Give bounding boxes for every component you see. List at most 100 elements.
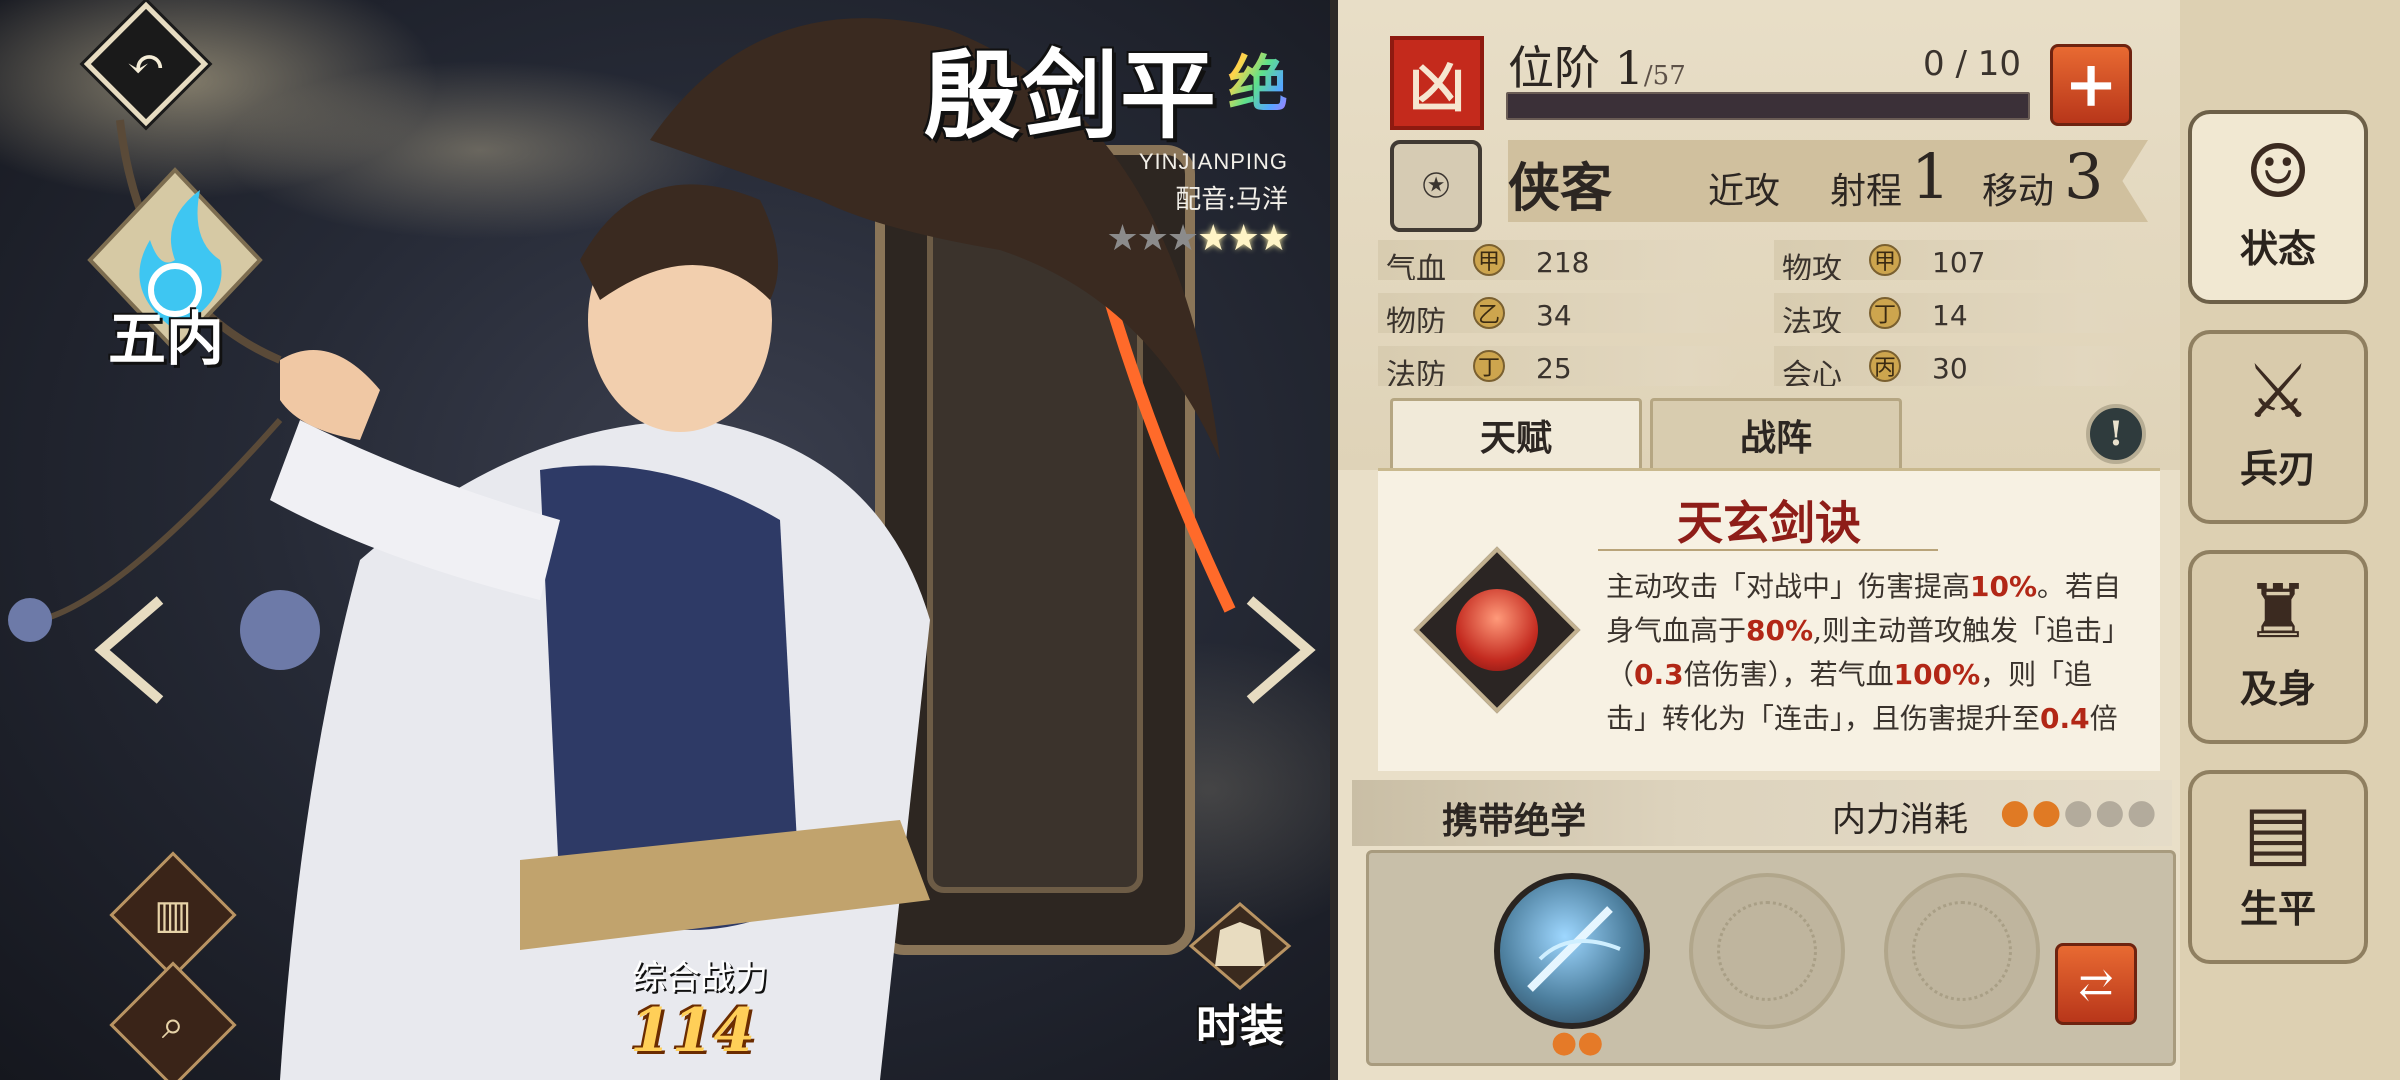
range-label: 射程 [1830, 171, 1903, 212]
side-tab-label: 及身 [2239, 666, 2316, 711]
rarity-badge: 绝 [1228, 36, 1288, 123]
side-tab-armor[interactable]: ♜ 及身 [2188, 550, 2368, 744]
description-text: 倍伤害），若气血 [1683, 658, 1894, 691]
hero-name-block: 殷剑平绝 YINJIANPING 配音:马洋 ★★★★★★ [924, 18, 1290, 259]
skill-slot-2[interactable] [1689, 873, 1845, 1029]
talent-emblem-icon [1413, 546, 1581, 714]
seal-icon: 凶 [1390, 36, 1484, 130]
rank-progress-bar [1506, 92, 2030, 120]
star-empty-icon: ★ [1136, 218, 1169, 259]
mp-drop-icon: ● [1577, 1025, 1604, 1060]
book-icon: ▤ [2243, 789, 2313, 875]
back-icon: ↶ [126, 37, 166, 91]
armor-icon: ♜ [2244, 569, 2312, 655]
divider [1598, 549, 1938, 551]
highlight-value: 0.4 [2040, 702, 2090, 735]
stat-grade-badge: 丙 [1869, 350, 1901, 382]
move-value: 3 [2064, 140, 2104, 213]
blade-icon: ⚔ [2244, 349, 2312, 435]
info-icon[interactable]: ! [2086, 404, 2146, 464]
skill-tray: ●● ⇄ [1366, 850, 2176, 1066]
star-empty-icon: ★ [1106, 218, 1138, 259]
range-value: 1 [1911, 140, 1951, 213]
side-tab-label: 兵刃 [2239, 446, 2316, 491]
stat-row-crit: 会心 丙 30 [1774, 346, 2139, 386]
magnifier-icon: ⌕ [161, 1002, 185, 1048]
scroll-icon: ▥ [154, 892, 192, 938]
mp-drop-icon: ● [1551, 1025, 1578, 1060]
talent-card: 天玄剑诀 主动攻击「对战中」伤害提高10%。若自身气血高于80%,则主动普攻触发… [1378, 468, 2160, 771]
highlight-value: 10% [1970, 570, 2038, 603]
description-text: 主动攻击「对战中」伤害提高 [1606, 570, 1971, 603]
stat-value: 25 [1536, 352, 1572, 385]
stat-value: 14 [1932, 299, 1968, 332]
hero-art-panel: ↶ 五内 殷剑平绝 YINJIANPING 配音:马洋 ★★★★★★ ▥ ⌕ 综… [0, 0, 1330, 1080]
rank-label: 位阶 1/57 [1508, 41, 1686, 95]
side-tab-label: 生平 [2239, 886, 2316, 931]
sword-skill-icon [1527, 906, 1621, 992]
move-label: 移动 [1982, 171, 2055, 212]
star-empty-icon: ★ [1166, 218, 1199, 259]
stat-grade-badge: 甲 [1473, 244, 1505, 276]
highlight-value: 0.3 [1634, 658, 1684, 691]
mp-drop-empty-icon: ● [2126, 792, 2159, 832]
tab-talent[interactable]: 天赋 [1390, 398, 1642, 475]
skill-slot-3[interactable] [1884, 873, 2040, 1029]
mp-cost-label: 内力消耗 [1832, 800, 1968, 840]
soul-label: 五内 [108, 305, 225, 373]
stat-row-mag-atk: 法攻 丁 14 [1774, 293, 2139, 333]
outfit-button[interactable]: 时装 [1180, 900, 1300, 1052]
side-tab-status[interactable]: ☺ 状态 [2188, 110, 2368, 304]
combat-power-label: 综合战力 [632, 958, 768, 998]
highlight-value: 100% [1893, 658, 1981, 691]
stat-row-hp: 气血 甲 218 [1378, 240, 1743, 280]
skill-header-title: 携带绝学 [1442, 800, 1587, 842]
star-filled-icon: ★ [1197, 218, 1229, 259]
stat-grade-badge: 乙 [1473, 297, 1505, 329]
stat-grade-badge: 甲 [1869, 244, 1901, 276]
voice-actor[interactable]: 配音:马洋 [924, 179, 1288, 216]
swap-icon: ⇄ [2078, 959, 2114, 1009]
talent-description[interactable]: 主动攻击「对战中」伤害提高10%。若自身气血高于80%,则主动普攻触发「追击」（… [1606, 565, 2126, 750]
class-emblem-icon: ⍟ [1390, 140, 1482, 232]
mp-drop-filled-icon: ● [2000, 792, 2032, 832]
stat-row-mag-def: 法防 丁 25 [1378, 346, 1743, 386]
stat-row-phys-def: 物防 乙 34 [1378, 293, 1743, 333]
stat-grade-badge: 丁 [1869, 297, 1901, 329]
rank-progress-text: 0 / 10 [1923, 44, 2021, 84]
stat-value: 218 [1536, 246, 1590, 279]
portrait-icon: ☺ [2244, 129, 2312, 215]
stat-value: 34 [1536, 299, 1572, 332]
side-tab-biography[interactable]: ▤ 生平 [2188, 770, 2368, 964]
star-filled-icon: ★ [1227, 218, 1259, 259]
previous-hero-arrow[interactable] [90, 590, 170, 710]
skill-header: 携带绝学 内力消耗 ●●●●● [1352, 780, 2172, 846]
stat-value: 107 [1932, 246, 1986, 279]
highlight-value: 80% [1746, 614, 1814, 647]
side-tab-weapon[interactable]: ⚔ 兵刃 [2188, 330, 2368, 524]
attack-type: 近攻 [1708, 171, 1781, 212]
mp-drop-empty-icon: ● [2063, 792, 2096, 832]
combat-power-value: 114 [630, 996, 756, 1066]
rank-upgrade-button[interactable]: + [2050, 44, 2132, 126]
tab-formation[interactable]: 战阵 [1650, 398, 1902, 475]
star-filled-icon: ★ [1257, 218, 1290, 259]
stat-row-phys-atk: 物攻 甲 107 [1774, 240, 2139, 280]
skill-slot-1[interactable] [1494, 873, 1650, 1029]
outfit-icon [1188, 902, 1292, 990]
swap-skill-button[interactable]: ⇄ [2055, 943, 2137, 1025]
hero-detail-panel: 凶 位阶 1/57 0 / 10 + ⍟ 侠客 近攻 射程 1 移动 3 气血 … [1330, 0, 2200, 1080]
mp-drop-empty-icon: ● [2095, 792, 2127, 832]
side-tab-bar: ☺ 状态 ⚔ 兵刃 ♜ 及身 ▤ 生平 [2180, 0, 2400, 1080]
stat-value: 30 [1932, 352, 1968, 385]
plus-icon: + [2064, 47, 2118, 122]
description-text: 倍 [2089, 702, 2118, 735]
hero-name: 殷剑平 [924, 39, 1218, 152]
stat-grade-badge: 丁 [1473, 350, 1505, 382]
mp-cost-drops: ●●●●● [2000, 792, 2158, 832]
outfit-label: 时装 [1196, 1001, 1284, 1052]
class-name: 侠客 [1508, 158, 1613, 219]
star-rating: ★★★★★★ [924, 218, 1290, 259]
next-hero-arrow[interactable] [1240, 590, 1320, 710]
talent-title: 天玄剑诀 [1677, 496, 1861, 550]
